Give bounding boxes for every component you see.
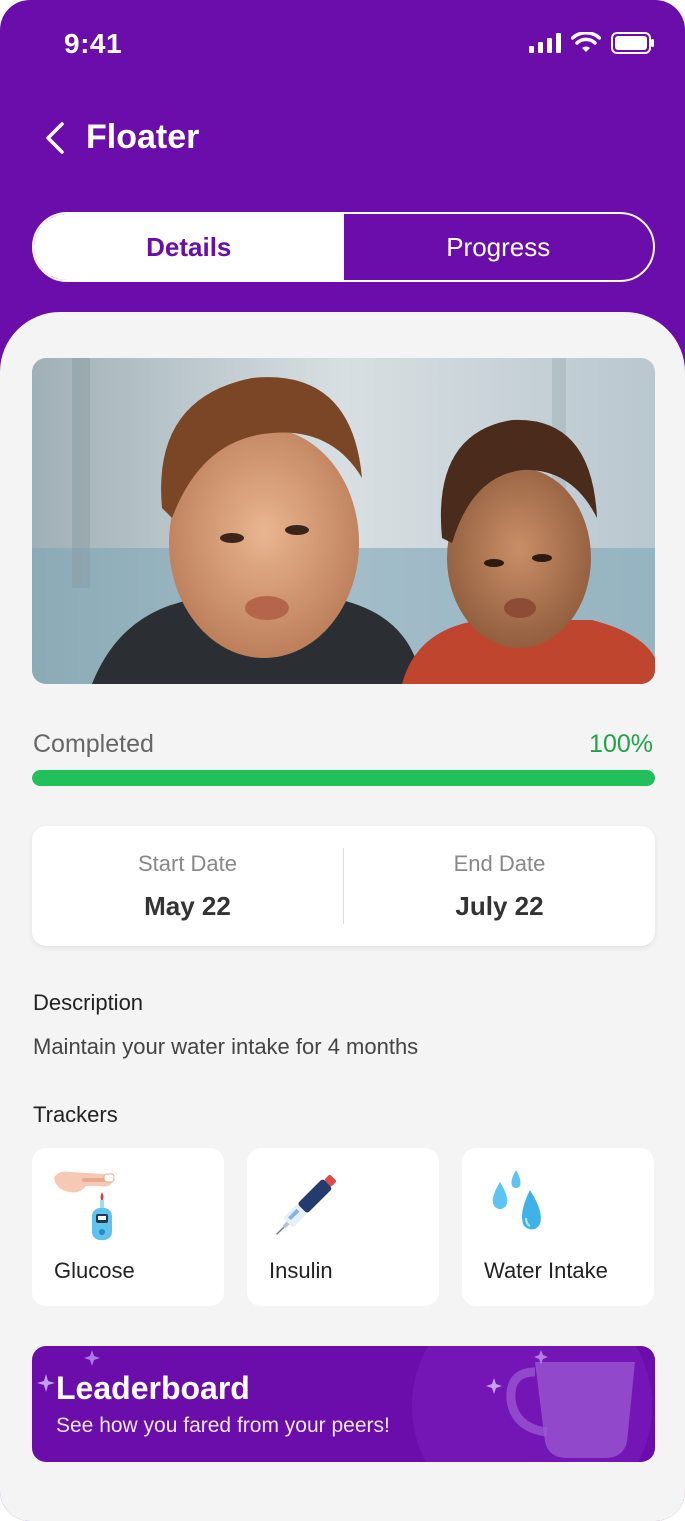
glucose-meter-icon — [54, 1171, 115, 1240]
end-date-value: July 22 — [455, 890, 544, 921]
insulin-pen-icon — [276, 1175, 336, 1235]
details-panel: Completed 100% Start Date May 22 End Dat… — [0, 312, 685, 1521]
tracker-label-insulin: Insulin — [269, 1258, 333, 1283]
end-date-label: End Date — [453, 850, 546, 876]
dates-card: Start Date May 22 End Date July 22 — [32, 826, 655, 946]
page-title: Floater — [86, 118, 200, 156]
tracker-label-water-intake: Water Intake — [484, 1258, 608, 1283]
leaderboard-banner[interactable]: Leaderboard See how you fared from your … — [32, 1346, 655, 1462]
end-date: End Date July 22 — [344, 826, 655, 946]
status-bar: 9:41 — [0, 0, 685, 90]
description-text: Maintain your water intake for 4 months — [33, 1034, 419, 1059]
start-date: Start Date May 22 — [32, 826, 343, 946]
battery-icon — [611, 32, 654, 54]
tracker-card-glucose[interactable]: Glucose — [32, 1148, 224, 1306]
status-time: 9:41 — [64, 28, 123, 59]
back-chevron-icon[interactable] — [40, 118, 70, 158]
tracker-card-water-intake[interactable]: Water Intake — [462, 1148, 654, 1306]
wifi-icon — [571, 32, 601, 52]
description-heading: Description — [33, 990, 144, 1015]
trackers-heading: Trackers — [33, 1102, 118, 1127]
tracker-label-glucose: Glucose — [54, 1258, 135, 1283]
progress-bar-fill — [32, 770, 655, 786]
progress-label: Completed — [33, 730, 154, 758]
header: Floater — [0, 100, 685, 180]
tab-progress[interactable]: Progress — [344, 214, 654, 280]
start-date-value: May 22 — [144, 890, 231, 921]
water-drops-icon — [492, 1170, 541, 1230]
start-date-label: Start Date — [137, 850, 238, 876]
progress-percent: 100% — [589, 730, 653, 758]
status-icons — [529, 32, 655, 54]
segmented-tabs: Details Progress — [32, 212, 655, 282]
app-screen: 9:41 Floater Details Progress Completed … — [0, 0, 685, 1521]
leaderboard-subtitle: See how you fared from your peers! — [56, 1414, 390, 1437]
trophy-cup-icon — [506, 1350, 635, 1458]
challenge-photo — [32, 358, 655, 684]
tracker-card-insulin[interactable]: Insulin — [247, 1148, 439, 1306]
signal-icon — [529, 33, 561, 53]
progress-bar — [32, 770, 655, 786]
leaderboard-title: Leaderboard — [56, 1370, 250, 1406]
tab-details[interactable]: Details — [34, 214, 344, 280]
